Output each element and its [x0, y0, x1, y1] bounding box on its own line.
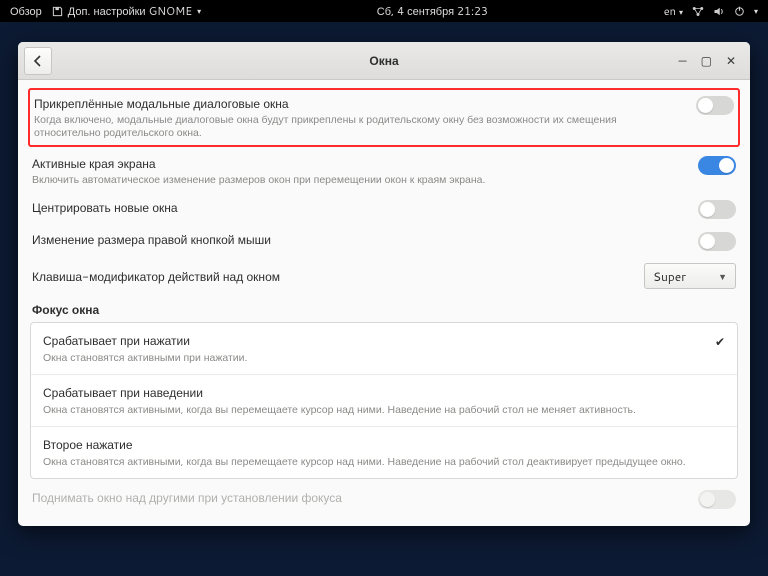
row-label: Клавиша-модификатор действий над окном	[32, 268, 634, 285]
row-label: Центрировать новые окна	[32, 199, 688, 216]
clock[interactable]: Сб, 4 сентября 21:23	[201, 3, 664, 19]
power-icon[interactable]	[734, 6, 745, 17]
combo-window-action-modifier[interactable]: Super ▼	[644, 263, 736, 289]
switch-attach-modal-dialogs[interactable]	[696, 96, 734, 115]
row-label: Активные края экрана	[32, 155, 688, 172]
app-menu-label: Доп. настройки GNOME	[68, 3, 192, 19]
volume-icon[interactable]	[713, 6, 725, 17]
focus-option-click[interactable]: Срабатывает при нажатии Окна становятся …	[31, 323, 737, 375]
option-label: Срабатывает при наведении	[43, 384, 725, 401]
switch-raise-on-focus	[698, 490, 736, 509]
activities-button[interactable]: Обзор	[10, 3, 42, 19]
minimize-button[interactable]: —	[678, 52, 686, 69]
network-icon[interactable]	[692, 6, 704, 17]
tweaks-window: Окна — ▢ ✕ Прикреплённые модальные диало…	[18, 42, 750, 526]
back-button[interactable]	[24, 47, 52, 75]
option-label: Второе нажатие	[43, 436, 725, 453]
headerbar: Окна — ▢ ✕	[18, 42, 750, 80]
maximize-button[interactable]: ▢	[701, 52, 712, 69]
option-description: Окна становятся активными, когда вы пере…	[43, 455, 725, 469]
switch-center-new-windows[interactable]	[698, 200, 736, 219]
combo-value: Super	[653, 268, 686, 285]
save-icon	[52, 6, 63, 17]
chevron-down-icon: ▾	[754, 5, 758, 17]
checkmark-icon: ✔	[715, 333, 725, 350]
close-button[interactable]: ✕	[726, 52, 736, 69]
option-description: Окна становятся активными при нажатии.	[43, 351, 715, 365]
row-raise-on-focus: Поднимать окно над другими при установле…	[28, 483, 740, 515]
chevron-left-icon	[33, 55, 43, 67]
switch-edge-tiling[interactable]	[698, 156, 736, 175]
option-description: Окна становятся активными, когда вы пере…	[43, 403, 725, 417]
page-title: Окна	[18, 52, 750, 69]
section-title-window-focus: Фокус окна	[32, 301, 740, 318]
row-resize-with-rmb: Изменение размера правой кнопкой мыши	[28, 225, 740, 257]
option-label: Срабатывает при нажатии	[43, 332, 715, 349]
row-label: Прикреплённые модальные диалоговые окна	[34, 95, 686, 112]
row-center-new-windows: Центрировать новые окна	[28, 193, 740, 225]
focus-option-second-click[interactable]: Второе нажатие Окна становятся активными…	[31, 427, 737, 478]
row-description: Включить автоматическое изменение размер…	[32, 174, 688, 187]
row-window-action-modifier: Клавиша-модификатор действий над окном S…	[28, 257, 740, 295]
switch-resize-with-rmb[interactable]	[698, 232, 736, 251]
keyboard-layout-indicator[interactable]: en ▾	[664, 3, 683, 19]
window-content: Прикреплённые модальные диалоговые окна …	[18, 80, 750, 526]
focus-option-hover[interactable]: Срабатывает при наведении Окна становятс…	[31, 375, 737, 427]
row-description: Когда включено, модальные диалоговые окн…	[34, 114, 686, 140]
gnome-top-bar: Обзор Доп. настройки GNOME ▾ Сб, 4 сентя…	[0, 0, 768, 22]
focus-mode-list: Срабатывает при нажатии Окна становятся …	[30, 322, 738, 479]
row-edge-tiling: Активные края экрана Включить автоматиче…	[28, 149, 740, 193]
row-label: Изменение размера правой кнопкой мыши	[32, 231, 688, 248]
app-menu[interactable]: Доп. настройки GNOME ▾	[52, 3, 201, 19]
row-attach-modal-dialogs: Прикреплённые модальные диалоговые окна …	[28, 88, 740, 147]
row-label: Поднимать окно над другими при установле…	[32, 489, 688, 506]
chevron-down-icon: ▼	[718, 270, 727, 283]
